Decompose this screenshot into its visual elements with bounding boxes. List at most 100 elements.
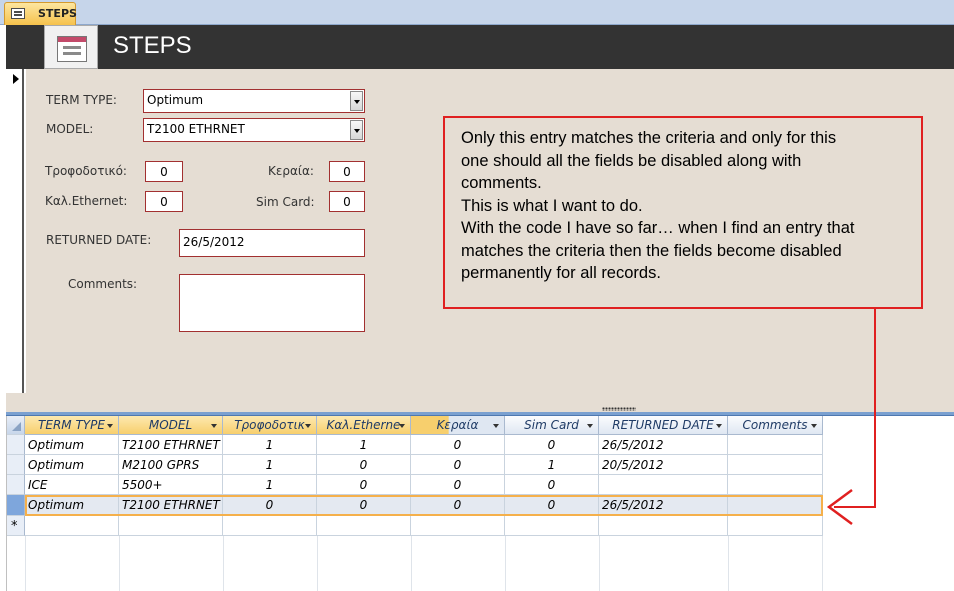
chevron-down-icon[interactable] <box>587 424 593 428</box>
cell-term-type[interactable]: ICE <box>25 475 119 495</box>
cell-term-type[interactable]: Optimum <box>25 495 119 515</box>
document-tab-label: STEPS <box>38 7 77 20</box>
grid-rule <box>411 536 412 591</box>
column-header-returned-date[interactable]: RETURNED DATE <box>599 416 728 435</box>
column-header-sim-card[interactable]: Sim Card <box>505 416 599 435</box>
kal-ethernet-field[interactable]: 0 <box>145 191 183 212</box>
cell-returned-date[interactable]: 20/5/2012 <box>599 455 728 475</box>
keraia-label: Κεραία: <box>268 164 314 178</box>
cell-sim-card[interactable]: 0 <box>505 475 599 495</box>
returned-date-label: RETURNED DATE: <box>46 233 152 247</box>
chevron-down-icon[interactable] <box>493 424 499 428</box>
cell-returned-date[interactable]: 26/5/2012 <box>599 495 728 515</box>
cell-trofodotiko[interactable]: 1 <box>223 475 317 495</box>
select-all-corner[interactable] <box>7 416 25 435</box>
chevron-down-icon[interactable] <box>107 424 113 428</box>
cell-kal-ethernet[interactable]: 0 <box>317 475 411 495</box>
sim-card-label: Sim Card: <box>256 195 315 209</box>
cell-returned-date[interactable] <box>599 516 728 536</box>
cell-comments[interactable] <box>728 455 823 475</box>
cell-model[interactable]: 5500+ <box>119 475 223 495</box>
cell-comments[interactable] <box>728 435 823 455</box>
row-selector-new[interactable]: * <box>7 516 25 536</box>
datasheet-grid: TERM TYPE MODEL Τροφοδοτικ Καλ.Etherne Κ… <box>6 416 954 591</box>
cell-keraia[interactable]: 0 <box>411 455 505 475</box>
chevron-down-icon[interactable] <box>399 424 405 428</box>
row-selector[interactable] <box>7 435 25 455</box>
record-selector-arrow-icon <box>13 74 19 84</box>
chevron-down-icon[interactable] <box>305 424 311 428</box>
form-title: STEPS <box>113 32 192 59</box>
annotation-callout: Only this entry matches the criteria and… <box>443 116 923 309</box>
term-type-value: Optimum <box>147 93 204 107</box>
cell-returned-date[interactable]: 26/5/2012 <box>599 435 728 455</box>
chevron-down-icon[interactable] <box>350 120 363 140</box>
form-header: STEPS <box>6 25 954 69</box>
column-header-model[interactable]: MODEL <box>119 416 223 435</box>
column-header-comments[interactable]: Comments <box>728 416 823 435</box>
cell-model[interactable]: T2100 ETHRNET <box>119 495 223 515</box>
cell-trofodotiko[interactable] <box>223 516 317 536</box>
cell-sim-card[interactable]: 0 <box>505 495 599 515</box>
cell-kal-ethernet[interactable] <box>317 516 411 536</box>
cell-comments[interactable] <box>728 516 823 536</box>
returned-date-field[interactable]: 26/5/2012 <box>179 229 365 257</box>
model-label: MODEL: <box>46 122 94 136</box>
annotation-arrow-line <box>874 309 876 507</box>
sim-card-field[interactable]: 0 <box>329 191 365 212</box>
column-header-kal-ethernet[interactable]: Καλ.Etherne <box>317 416 411 435</box>
cell-trofodotiko[interactable]: 0 <box>223 495 317 515</box>
term-type-label: TERM TYPE: <box>46 93 117 107</box>
form-logo <box>44 25 98 69</box>
column-header-trofodotiko[interactable]: Τροφοδοτικ <box>223 416 317 435</box>
keraia-field[interactable]: 0 <box>329 161 365 182</box>
column-header-keraia[interactable]: Κεραία <box>411 416 505 435</box>
cell-model[interactable] <box>119 516 223 536</box>
cell-sim-card[interactable]: 0 <box>505 435 599 455</box>
annotation-line: Only this entry matches the criteria and… <box>461 129 837 147</box>
record-selector-strip[interactable] <box>6 69 24 393</box>
model-combobox[interactable]: T2100 ETHRNET <box>143 118 365 142</box>
cell-sim-card[interactable]: 1 <box>505 455 599 475</box>
chevron-down-icon[interactable] <box>350 91 363 111</box>
cell-returned-date[interactable] <box>599 475 728 495</box>
row-selector[interactable] <box>7 455 25 475</box>
cell-comments[interactable] <box>728 495 823 515</box>
chevron-down-icon[interactable] <box>716 424 722 428</box>
column-header-term-type[interactable]: TERM TYPE <box>25 416 119 435</box>
cell-keraia[interactable]: 0 <box>411 435 505 455</box>
cell-trofodotiko[interactable]: 1 <box>223 435 317 455</box>
document-tab-bar: STEPS <box>0 0 954 25</box>
cell-trofodotiko[interactable]: 1 <box>223 455 317 475</box>
cell-model[interactable]: M2100 GPRS <box>119 455 223 475</box>
cell-kal-ethernet[interactable]: 0 <box>317 495 411 515</box>
cell-term-type[interactable]: Optimum <box>25 455 119 475</box>
chevron-down-icon[interactable] <box>811 424 817 428</box>
cell-term-type[interactable]: Optimum <box>25 435 119 455</box>
cell-comments[interactable] <box>728 475 823 495</box>
arrow-left-icon <box>826 488 853 526</box>
grid-rule <box>822 536 823 591</box>
cell-term-type[interactable] <box>25 516 119 536</box>
trofodotiko-label: Τροφοδοτικό: <box>45 164 127 178</box>
row-selector[interactable] <box>7 495 25 516</box>
cell-kal-ethernet[interactable]: 0 <box>317 455 411 475</box>
chevron-down-icon[interactable] <box>211 424 217 428</box>
model-value: T2100 ETHRNET <box>147 122 245 136</box>
comments-field[interactable] <box>179 274 365 332</box>
form-icon <box>11 8 25 19</box>
annotation-line: permanently for all records. <box>461 264 661 282</box>
comments-label: Comments: <box>68 277 138 291</box>
cell-kal-ethernet[interactable]: 1 <box>317 435 411 455</box>
term-type-combobox[interactable]: Optimum <box>143 89 365 113</box>
cell-sim-card[interactable] <box>505 516 599 536</box>
cell-keraia[interactable]: 0 <box>411 495 505 515</box>
kal-ethernet-label: Καλ.Ethernet: <box>45 194 128 208</box>
cell-keraia[interactable] <box>411 516 505 536</box>
cell-model[interactable]: T2100 ETHRNET <box>119 435 223 455</box>
row-selector[interactable] <box>7 475 25 495</box>
document-tab-steps[interactable]: STEPS <box>4 2 77 25</box>
splitter-grip-handle[interactable] <box>602 407 636 411</box>
cell-keraia[interactable]: 0 <box>411 475 505 495</box>
trofodotiko-field[interactable]: 0 <box>145 161 183 182</box>
